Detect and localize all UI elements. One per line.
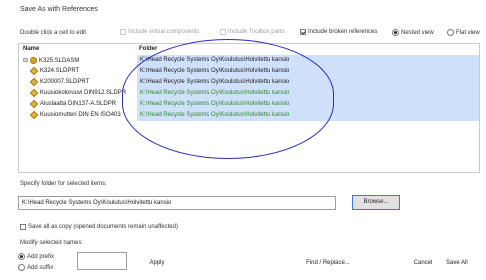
nested-view-radio[interactable] <box>392 29 399 36</box>
name-column-header[interactable]: Name <box>23 46 39 52</box>
include-virtual-option[interactable]: Include virtual components <box>120 29 199 35</box>
flat-view-label: Flat view <box>456 29 480 36</box>
save-as-copy-checkbox[interactable] <box>20 224 26 230</box>
file-name: Aluslaatta DIN137-A.SLDPR <box>40 101 117 107</box>
add-prefix-option[interactable]: Add prefix <box>18 253 54 260</box>
file-name-cell[interactable]: K324.SLDPRT <box>23 66 80 76</box>
include-broken-label: Include broken references <box>308 29 378 35</box>
file-name-cell[interactable]: Aluslaatta DIN137-A.SLDPR <box>23 99 117 109</box>
flat-view-radio[interactable] <box>447 29 454 36</box>
folder-path-value: K:\Head Recycle Systems Oy\Koulutus\Holv… <box>22 200 172 206</box>
find-replace-button[interactable]: Find / Replace... <box>298 260 358 266</box>
cancel-button[interactable]: Cancel <box>406 260 440 266</box>
add-suffix-radio[interactable] <box>18 264 25 271</box>
add-prefix-radio[interactable] <box>18 253 25 260</box>
collapse-tree-icon[interactable]: ⊟ <box>23 57 28 64</box>
edit-hint: Double click a cell to edit <box>20 30 87 36</box>
part-icon <box>29 99 39 109</box>
include-virtual-checkbox[interactable] <box>120 29 126 35</box>
file-name: K325.SLDASM <box>39 57 80 64</box>
file-name-cell[interactable]: Kuusiomutteri DIN EN ISO403 <box>23 110 121 120</box>
folder-column-header[interactable]: Folder <box>139 46 157 52</box>
apply-button[interactable]: Apply <box>136 260 178 266</box>
nested-view-option[interactable]: Nested view <box>392 29 434 36</box>
save-as-copy-option[interactable]: Save all as copy (opened documents remai… <box>20 224 178 230</box>
add-suffix-option[interactable]: Add suffix <box>18 264 53 271</box>
assembly-icon <box>30 57 37 64</box>
add-suffix-label: Add suffix <box>27 264 54 271</box>
part-icon <box>29 110 39 120</box>
include-broken-checkbox[interactable] <box>300 29 306 35</box>
part-icon <box>29 77 39 87</box>
add-prefix-label: Add prefix <box>27 253 55 260</box>
prefix-suffix-input[interactable] <box>77 252 127 270</box>
file-name: K324.SLDPRT <box>40 68 80 74</box>
include-virtual-label: Include virtual components <box>128 29 200 35</box>
dialog-title: Save As with References <box>20 6 98 13</box>
include-toolbox-checkbox[interactable] <box>220 29 226 35</box>
folder-path-input[interactable]: K:\Head Recycle Systems Oy\Koulutus\Holv… <box>18 196 336 210</box>
save-as-copy-label: Save all as copy (opened documents remai… <box>28 224 178 230</box>
file-name: Kuusiokoloruuvi DIN912.SLDPR <box>40 90 127 96</box>
include-toolbox-label: Include Toolbox parts <box>228 29 285 35</box>
part-icon <box>29 88 39 98</box>
hand-drawn-annotation-circle <box>122 39 334 159</box>
file-name: Kuusiomutteri DIN EN ISO403 <box>40 112 121 118</box>
file-name: K200007.SLDPRT <box>40 79 90 85</box>
include-toolbox-option[interactable]: Include Toolbox parts <box>220 29 285 35</box>
folder-label: Specify folder for selected items: <box>20 181 107 187</box>
file-name-cell[interactable]: ⊟ K325.SLDASM <box>23 57 79 64</box>
file-name-cell[interactable]: K200007.SLDPRT <box>23 77 90 87</box>
flat-view-option[interactable]: Flat view <box>447 29 480 36</box>
nested-view-label: Nested view <box>401 29 434 36</box>
modify-names-label: Modify selected names: <box>20 240 84 246</box>
include-broken-option[interactable]: Include broken references <box>300 29 377 35</box>
file-name-cell[interactable]: Kuusiokoloruuvi DIN912.SLDPR <box>23 88 127 98</box>
browse-button[interactable]: Browse... <box>352 195 400 210</box>
part-icon <box>29 66 39 76</box>
save-all-button[interactable]: Save All <box>446 260 486 266</box>
